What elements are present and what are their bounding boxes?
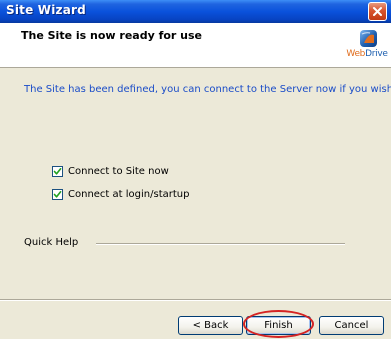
connect-now-label: Connect to Site now: [68, 165, 169, 177]
cancel-button[interactable]: Cancel: [319, 316, 384, 335]
info-message: The Site has been defined, you can conne…: [24, 84, 391, 95]
back-button[interactable]: < Back: [178, 316, 243, 335]
connect-startup-label: Connect at login/startup: [68, 188, 190, 200]
checkmark-icon: [53, 190, 62, 198]
webdrive-logo-icon: [360, 30, 377, 47]
title-bar[interactable]: Site Wizard: [0, 0, 391, 23]
close-icon: [373, 7, 382, 16]
close-button[interactable]: [368, 2, 387, 21]
quick-help-divider: [96, 243, 345, 245]
page-title: The Site is now ready for use: [21, 29, 203, 42]
webdrive-logo: WebDrive: [344, 29, 390, 63]
checkmark-icon: [53, 167, 62, 175]
button-bar-divider: [0, 299, 391, 301]
site-wizard-window: Site Wizard The Site is now ready for us…: [0, 0, 391, 339]
connect-now-option[interactable]: Connect to Site now: [52, 164, 169, 178]
connect-startup-option[interactable]: Connect at login/startup: [52, 187, 189, 201]
wizard-header: The Site is now ready for use WebDrive: [0, 23, 391, 68]
logo-text: WebDrive: [346, 49, 388, 59]
wizard-body: The Site has been defined, you can conne…: [0, 68, 391, 283]
quick-help-label: Quick Help: [24, 237, 79, 248]
window-title: Site Wizard: [6, 3, 86, 17]
connect-now-checkbox[interactable]: [52, 165, 63, 177]
finish-button[interactable]: Finish: [246, 316, 311, 335]
connect-startup-checkbox[interactable]: [52, 188, 63, 200]
